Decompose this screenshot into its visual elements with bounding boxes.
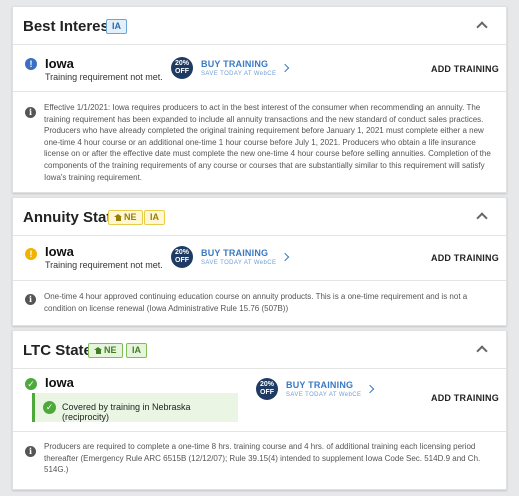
buy-training-subtitle: SAVE TODAY AT WebCE	[201, 71, 277, 77]
buy-training-title: BUY TRAINING	[201, 248, 269, 258]
check-icon: ✓	[25, 378, 37, 390]
chevron-up-icon	[476, 345, 488, 357]
state-tag-ia: IA	[106, 19, 127, 34]
chevron-right-icon	[280, 63, 290, 73]
info-icon: i	[25, 446, 36, 457]
requirement-description: One-time 4 hour approved continuing educ…	[44, 292, 468, 313]
best-interest-card: Best Interest IA ! Iowa Training require…	[12, 6, 507, 193]
reciprocity-text: Covered by training in Nebraska (recipro…	[62, 402, 191, 422]
add-training-button[interactable]: ADD TRAINING	[431, 64, 499, 74]
exclamation-icon: !	[25, 248, 37, 260]
state-tag-ia: IA	[126, 343, 147, 358]
info-icon: i	[25, 107, 36, 118]
discount-badge: 20% OFF	[256, 378, 278, 400]
annuity-state-card: Annuity State NE IA ! Iowa Training requ…	[12, 197, 507, 326]
collapse-button[interactable]	[474, 11, 500, 37]
info-icon: i	[25, 294, 36, 305]
card-title: Annuity State	[23, 209, 120, 226]
state-tag-ia: IA	[144, 210, 165, 225]
collapse-button[interactable]	[474, 202, 500, 228]
exclamation-icon: !	[25, 58, 37, 70]
chevron-up-icon	[476, 21, 488, 33]
divider	[13, 431, 506, 432]
buy-training-subtitle: SAVE TODAY AT WebCE	[286, 392, 362, 398]
state-name: Iowa	[45, 56, 74, 71]
buy-training-title: BUY TRAINING	[201, 59, 269, 69]
state-name: Iowa	[45, 375, 74, 390]
card-header: LTC State NE IA	[13, 331, 506, 369]
chevron-right-icon	[280, 252, 290, 262]
card-title: LTC State	[23, 342, 92, 359]
buy-training-title: BUY TRAINING	[286, 380, 354, 390]
add-training-button[interactable]: ADD TRAINING	[431, 253, 499, 263]
check-icon: ✓	[43, 401, 56, 414]
home-icon	[94, 347, 102, 354]
status-message: Training requirement not met.	[45, 260, 163, 270]
chevron-right-icon	[365, 384, 375, 394]
status-message: Training requirement not met.	[45, 72, 163, 82]
state-name: Iowa	[45, 244, 74, 259]
chevron-up-icon	[476, 212, 488, 224]
buy-training-link[interactable]: 20% OFF BUY TRAINING SAVE TODAY AT WebCE	[256, 376, 381, 402]
divider	[13, 280, 506, 281]
card-header: Best Interest IA	[13, 7, 506, 45]
home-icon	[114, 214, 122, 221]
requirement-description: Producers are required to complete a one…	[44, 442, 481, 475]
reciprocity-notice: ✓ Covered by training in Nebraska (recip…	[32, 393, 238, 422]
buy-training-link[interactable]: 20% OFF BUY TRAINING SAVE TODAY AT WebCE	[171, 244, 296, 270]
divider	[13, 91, 506, 92]
requirement-description: Effective 1/1/2021: Iowa requires produc…	[44, 103, 491, 182]
buy-training-link[interactable]: 20% OFF BUY TRAINING SAVE TODAY AT WebCE	[171, 55, 296, 81]
home-state-tag-ne: NE	[88, 343, 123, 358]
discount-badge: 20% OFF	[171, 246, 193, 268]
discount-badge: 20% OFF	[171, 57, 193, 79]
card-header: Annuity State NE IA	[13, 198, 506, 236]
add-training-button[interactable]: ADD TRAINING	[431, 393, 499, 403]
card-title: Best Interest	[23, 18, 114, 35]
collapse-button[interactable]	[474, 335, 500, 361]
home-state-tag-ne: NE	[108, 210, 143, 225]
buy-training-subtitle: SAVE TODAY AT WebCE	[201, 260, 277, 266]
